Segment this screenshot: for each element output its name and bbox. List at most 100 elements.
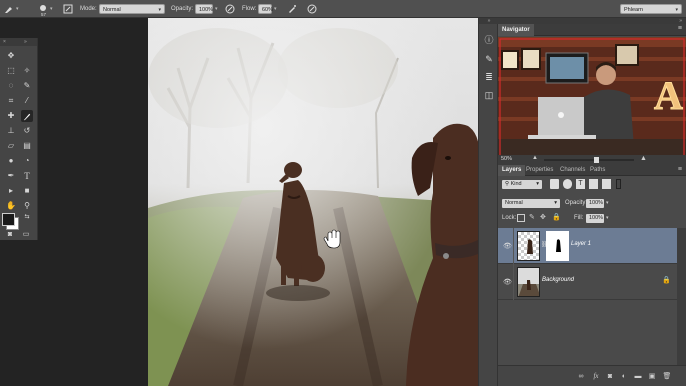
collapsed-panels-strip: » ⓘ ✎ ≣ ◫ bbox=[478, 18, 499, 386]
mode-select[interactable]: Normal ▾ bbox=[99, 4, 165, 14]
gradient-tool-icon[interactable]: ▤ bbox=[21, 140, 33, 152]
lock-transparency-icon[interactable] bbox=[517, 214, 525, 222]
lock-position-icon[interactable]: ✥ bbox=[540, 213, 546, 221]
layer-thumbnail[interactable] bbox=[517, 267, 540, 297]
link-layers-icon[interactable]: ∞ bbox=[576, 371, 586, 381]
move-tool-icon[interactable]: ✥ bbox=[5, 50, 17, 62]
panel-menu-icon[interactable]: ≡ bbox=[678, 166, 682, 173]
adjustment-layer-icon[interactable]: ◐ bbox=[619, 371, 629, 381]
brush-size-arrow[interactable]: ▾ bbox=[50, 3, 53, 15]
lasso-tool-icon[interactable]: ◌ bbox=[5, 80, 17, 92]
zoom-out-icon[interactable]: ▲ bbox=[532, 155, 538, 161]
blur-tool-icon[interactable]: ● bbox=[5, 155, 17, 167]
shape-tool-icon[interactable]: ■ bbox=[21, 185, 33, 197]
layer-thumbnail[interactable] bbox=[517, 231, 540, 261]
document-canvas[interactable] bbox=[148, 18, 478, 386]
layer-row-layer-1[interactable]: 👁 ⛓ Layer 1 bbox=[498, 228, 678, 264]
brush-tool-icon[interactable] bbox=[21, 110, 33, 122]
opacity-field[interactable]: 100% bbox=[195, 4, 213, 14]
adjustment-filter-icon[interactable] bbox=[563, 179, 572, 189]
path-select-tool-icon[interactable]: ▸ bbox=[5, 185, 17, 197]
properties-icon[interactable]: ◫ bbox=[482, 88, 496, 102]
flow-arrow[interactable]: ▾ bbox=[274, 3, 277, 15]
brush-presets-icon[interactable]: ✎ bbox=[482, 52, 496, 66]
chevron-down-icon: ▾ bbox=[536, 181, 539, 187]
lock-all-icon[interactable]: 🔒 bbox=[552, 213, 561, 221]
layer-row-background[interactable]: 👁 Background 🔒 bbox=[498, 264, 678, 300]
smart-object-filter-icon[interactable] bbox=[602, 179, 611, 189]
layer-filter-row: ⚲ Kind ▾ T bbox=[498, 178, 678, 192]
tab-properties[interactable]: Properties bbox=[522, 165, 557, 176]
flow-field[interactable]: 60% bbox=[258, 4, 274, 14]
new-layer-icon[interactable]: ▣ bbox=[647, 371, 657, 381]
layer-opacity-value: 100% bbox=[589, 200, 604, 206]
marquee-tool-icon[interactable]: ⬚ bbox=[5, 65, 17, 77]
layer-name[interactable]: Layer 1 bbox=[571, 241, 591, 247]
layer-opacity-field[interactable]: 100% bbox=[586, 199, 604, 208]
crop-tool-icon[interactable]: ⌗ bbox=[5, 95, 17, 107]
tab-channels[interactable]: Channels bbox=[556, 165, 589, 176]
tab-paths[interactable]: Paths bbox=[586, 165, 609, 176]
quick-mask-icon[interactable]: ◙ bbox=[4, 228, 16, 240]
filter-toggle-icon[interactable] bbox=[616, 179, 621, 189]
flow-field-value: 60% bbox=[262, 7, 274, 13]
blend-mode-value: Normal bbox=[505, 200, 523, 206]
zoom-in-icon[interactable]: ▲ bbox=[640, 155, 647, 162]
workspace-select[interactable]: Phlearn ▾ bbox=[620, 4, 682, 14]
workspace-select-value: Phlearn bbox=[624, 7, 643, 13]
quick-select-tool-icon[interactable]: ✎ bbox=[21, 80, 33, 92]
lock-pixels-icon[interactable]: ✎ bbox=[529, 213, 535, 221]
tools-panel-header[interactable]: × » bbox=[0, 38, 37, 46]
swap-colors-icon[interactable]: ⇆ bbox=[21, 211, 33, 223]
pen-tool-icon[interactable]: ✒ bbox=[5, 170, 17, 182]
type-tool-icon[interactable]: T bbox=[21, 170, 33, 182]
airbrush-icon[interactable] bbox=[286, 3, 298, 15]
fx-icon[interactable]: fx bbox=[591, 371, 601, 381]
brush-dropdown-arrow[interactable]: ▾ bbox=[16, 3, 19, 15]
dogs-photo bbox=[148, 18, 478, 386]
new-group-icon[interactable]: ▬ bbox=[633, 371, 643, 381]
layer-mask-thumbnail[interactable] bbox=[546, 231, 569, 261]
pressure-opacity-icon[interactable] bbox=[224, 3, 236, 15]
zoom-slider-handle[interactable] bbox=[594, 157, 599, 163]
clone-stamp-tool-icon[interactable]: ⊥ bbox=[5, 125, 17, 137]
eraser-tool-icon[interactable]: ▱ bbox=[5, 140, 17, 152]
opacity-arrow[interactable]: ▾ bbox=[215, 3, 218, 15]
navigator-preview[interactable]: A bbox=[498, 37, 686, 159]
brush-panel-toggle-icon[interactable] bbox=[62, 3, 74, 15]
tab-navigator[interactable]: Navigator bbox=[498, 24, 534, 36]
magic-wand-icon[interactable]: ✧ bbox=[21, 65, 33, 77]
hand-tool-icon[interactable]: ✋ bbox=[5, 200, 17, 212]
foreground-color-swatch[interactable] bbox=[2, 213, 15, 226]
layer-name[interactable]: Background bbox=[542, 277, 574, 283]
fill-field[interactable]: 100% bbox=[586, 214, 604, 223]
visibility-eye-icon[interactable]: 👁 bbox=[503, 241, 512, 250]
zoom-slider[interactable] bbox=[544, 159, 634, 161]
layers-scrollbar[interactable] bbox=[677, 228, 686, 365]
panel-menu-icon[interactable]: ≡ bbox=[678, 25, 682, 32]
background-thumbnail-image bbox=[518, 268, 539, 296]
fill-arrow[interactable]: ▾ bbox=[606, 215, 609, 221]
healing-tool-icon[interactable]: ✚ bbox=[5, 110, 17, 122]
kind-filter-select[interactable]: ⚲ Kind ▾ bbox=[502, 180, 542, 189]
right-panel-dock: » Navigator ≡ A 50% ▲ ▲ Layers Propertie… bbox=[498, 18, 686, 386]
pressure-size-icon[interactable] bbox=[306, 3, 318, 15]
delete-layer-icon[interactable]: 🗑 bbox=[662, 371, 672, 381]
info-panel-icon[interactable]: ⓘ bbox=[482, 32, 496, 46]
pixel-filter-icon[interactable] bbox=[550, 179, 559, 189]
blend-mode-select[interactable]: Normal ▾ bbox=[502, 199, 560, 208]
history-brush-tool-icon[interactable]: ↺ bbox=[21, 125, 33, 137]
brush-preset-icon[interactable] bbox=[3, 3, 15, 15]
screen-mode-icon[interactable]: ▭ bbox=[20, 228, 32, 240]
shape-filter-icon[interactable] bbox=[589, 179, 598, 189]
strip-collapse-icon[interactable]: » bbox=[479, 18, 499, 24]
navigator-zoom-value[interactable]: 50% bbox=[501, 156, 512, 162]
dodge-tool-icon[interactable]: ◔ bbox=[21, 155, 33, 167]
type-filter-icon[interactable]: T bbox=[576, 179, 585, 189]
add-mask-icon[interactable]: ◙ bbox=[605, 371, 615, 381]
eyedropper-tool-icon[interactable]: ⁄ bbox=[21, 95, 33, 107]
adjustments-icon[interactable]: ≣ bbox=[482, 70, 496, 84]
visibility-eye-icon[interactable]: 👁 bbox=[503, 277, 512, 286]
chevron-down-icon: ▾ bbox=[158, 7, 161, 13]
layer-opacity-arrow[interactable]: ▾ bbox=[606, 200, 609, 206]
